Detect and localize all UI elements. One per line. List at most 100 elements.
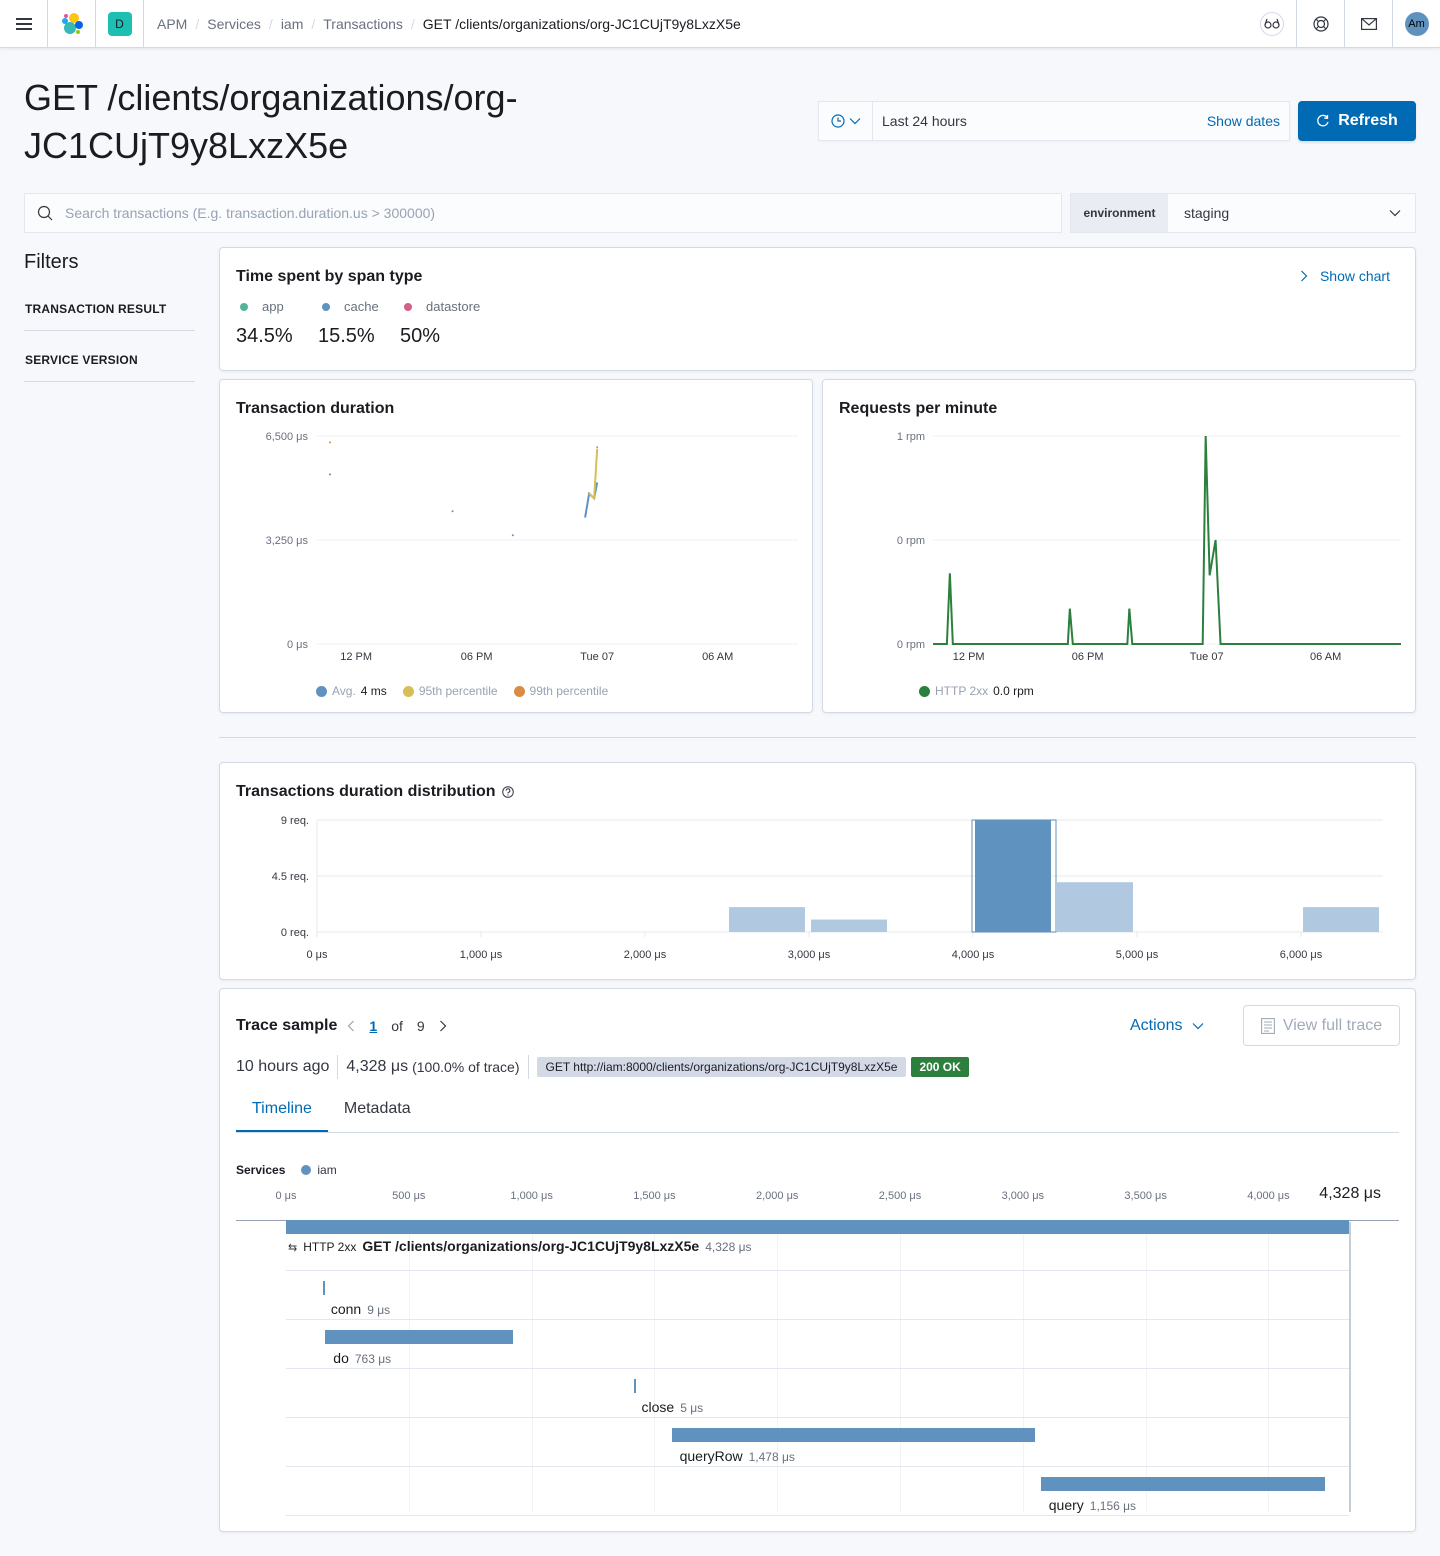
span-label: close 5 μs [642,1399,704,1415]
transaction-icon: ⇆ [288,1242,298,1254]
legend-p99[interactable]: 99th percentile [513,684,608,698]
search-input[interactable]: Search transactions (E.g. transaction.du… [24,193,1062,233]
span-type-label: datastore [426,299,481,314]
timeline-end-marker [1349,1222,1351,1512]
question-icon[interactable] [501,786,514,798]
chevron-down-icon [1389,210,1401,217]
span-duration: 5 μs [680,1401,704,1415]
span-row[interactable]: conn 9 μs [286,1271,1349,1320]
trace-url-badge: GET http://iam:8000/clients/organization… [536,1057,907,1077]
cache-dot-icon [322,302,330,311]
distribution-chart[interactable]: 0 req. 4.5 req. 9 req. 0 μs 1,000 μs 2,000 μs… [220,805,1417,985]
services-label: Services [236,1163,286,1177]
span-bar [671,1428,1035,1442]
tab-timeline[interactable]: Timeline [236,1090,328,1132]
span-label: ⇆ HTTP 2xx GET /clients/organizations/org-… [288,1238,752,1254]
transaction-row[interactable]: ⇆ HTTP 2xx GET /clients/organizations/org-… [286,1220,1349,1271]
elastic-logo-icon [61,12,83,34]
span-type-panel: Time spent by span type app 34.5% cache … [219,247,1416,371]
chevron-down-icon [849,118,860,125]
help-button[interactable] [1296,0,1344,48]
avatar: Am [1404,11,1429,36]
trace-tabs: Timeline Metadata [236,1090,1399,1133]
filter-service-version[interactable]: SERVICE VERSION [24,345,195,382]
tab-metadata[interactable]: Metadata [328,1090,427,1132]
span-type-cache: cache 15.5% [318,299,400,348]
x-tick-label: 2,000 μs [624,949,667,961]
chevron-left-icon[interactable] [347,1020,355,1032]
span-bar [325,1330,513,1344]
x-tick-label: 06 PM [461,651,493,663]
span-row[interactable]: queryRow 1,478 μs [286,1418,1349,1467]
requests-per-minute-chart[interactable]: 0 rpm 0 rpm 1 rpm 12 PM 06 PM Tue 07 06 AM [823,420,1417,670]
date-range-value[interactable]: Last 24 hours [873,113,1207,129]
breadcrumb-service[interactable]: iam [281,16,304,32]
show-dates-link[interactable]: Show dates [1207,113,1289,129]
timeline-tick-label: 1,500 μs [633,1190,676,1202]
span-type-datastore: datastore 50% [400,299,482,348]
services-legend: Services iam [236,1163,337,1177]
breadcrumb-transactions[interactable]: Transactions [323,16,403,32]
trace-summary: 10 hours ago 4,328 μs (100.0% of trace) G… [236,1055,969,1079]
span-label: conn 9 μs [331,1301,390,1317]
data-point [596,446,599,449]
span-duration: 9 μs [367,1303,391,1317]
chevron-right-icon [1301,270,1308,282]
x-tick-label: 1,000 μs [460,949,503,961]
rpm-legend: HTTP 2xx 0.0 rpm [919,684,1034,698]
span-row[interactable]: close 5 μs [286,1369,1349,1418]
distribution-title-row: Transactions duration distribution [236,783,514,801]
refresh-icon [1317,114,1329,127]
breadcrumb-apm[interactable]: APM [157,16,187,32]
legend-p95[interactable]: 95th percentile [402,684,498,698]
trace-pagination: 1 of 9 [347,1018,447,1034]
x-tick-label: 06 AM [1310,651,1341,663]
glasses-icon [1264,18,1280,29]
environment-select[interactable]: environment staging [1070,193,1416,233]
reading-mode-button[interactable] [1248,0,1296,48]
elastic-logo[interactable] [48,0,96,48]
actions-menu-button[interactable]: Actions [1130,1017,1204,1035]
breadcrumb-current: GET /clients/organizations/org-JC1CUjT9y… [422,15,741,32]
page-title: GET /clients/organizations/org-JC1CUjT9y… [24,77,518,166]
menu-button[interactable] [0,0,48,48]
trace-sample-title: Trace sample [236,1017,338,1034]
legend-http-2xx[interactable]: HTTP 2xx 0.0 rpm [919,684,1034,698]
search-icon [37,205,53,221]
newsfeed-button[interactable] [1344,0,1392,48]
filter-transaction-result[interactable]: TRANSACTION RESULT [24,294,195,331]
y-tick-label: 0 rpm [897,639,925,651]
legend-avg[interactable]: Avg. 4 ms [316,684,387,698]
span-name: close [641,1399,675,1415]
status-badge: 200 OK [911,1057,969,1077]
quick-select-button[interactable] [819,102,873,140]
y-tick-label: 9 req. [281,815,309,827]
x-tick-label: 12 PM [340,651,372,663]
trace-age: 10 hours ago [236,1055,339,1079]
space-selector[interactable]: D [96,0,144,48]
show-chart-button[interactable]: Show chart [1300,268,1390,284]
span-bar [322,1281,326,1295]
mail-icon [1360,17,1377,30]
histogram-bar [729,907,805,932]
duration-legend: Avg. 4 ms 95th percentile 99th percentile [316,684,608,698]
top-nav-bar: D APM / Services / iam / Transactions / GET … [0,0,1440,48]
duration-distribution-panel: Transactions duration distribution 0 req… [219,762,1416,980]
timeline-tick-label: 500 μs [392,1190,426,1202]
refresh-button[interactable]: Refresh [1298,101,1416,141]
span-row[interactable]: do 763 μs [286,1320,1349,1369]
view-full-trace-button[interactable]: View full trace [1243,1005,1400,1046]
user-menu-button[interactable]: Am [1392,0,1440,48]
y-tick-label: 0 μs [287,639,309,651]
span-type-label: cache [344,299,379,314]
span-row[interactable]: query 1,156 μs [286,1467,1349,1516]
chevron-right-icon[interactable] [439,1020,447,1032]
span-duration: 763 μs [354,1352,392,1366]
legend-label: 95th percentile [418,684,498,698]
page-current[interactable]: 1 [369,1018,377,1034]
transaction-duration-chart[interactable]: 0 μs 3,250 μs 6,500 μs 12 PM 06 PM Tue 07 06 A… [220,420,814,670]
x-tick-label: 12 PM [953,651,985,663]
breadcrumb-services[interactable]: Services [207,16,261,32]
avg-dot-icon [316,685,327,697]
trace-duration-pct: (100.0% of trace) [412,1059,520,1075]
